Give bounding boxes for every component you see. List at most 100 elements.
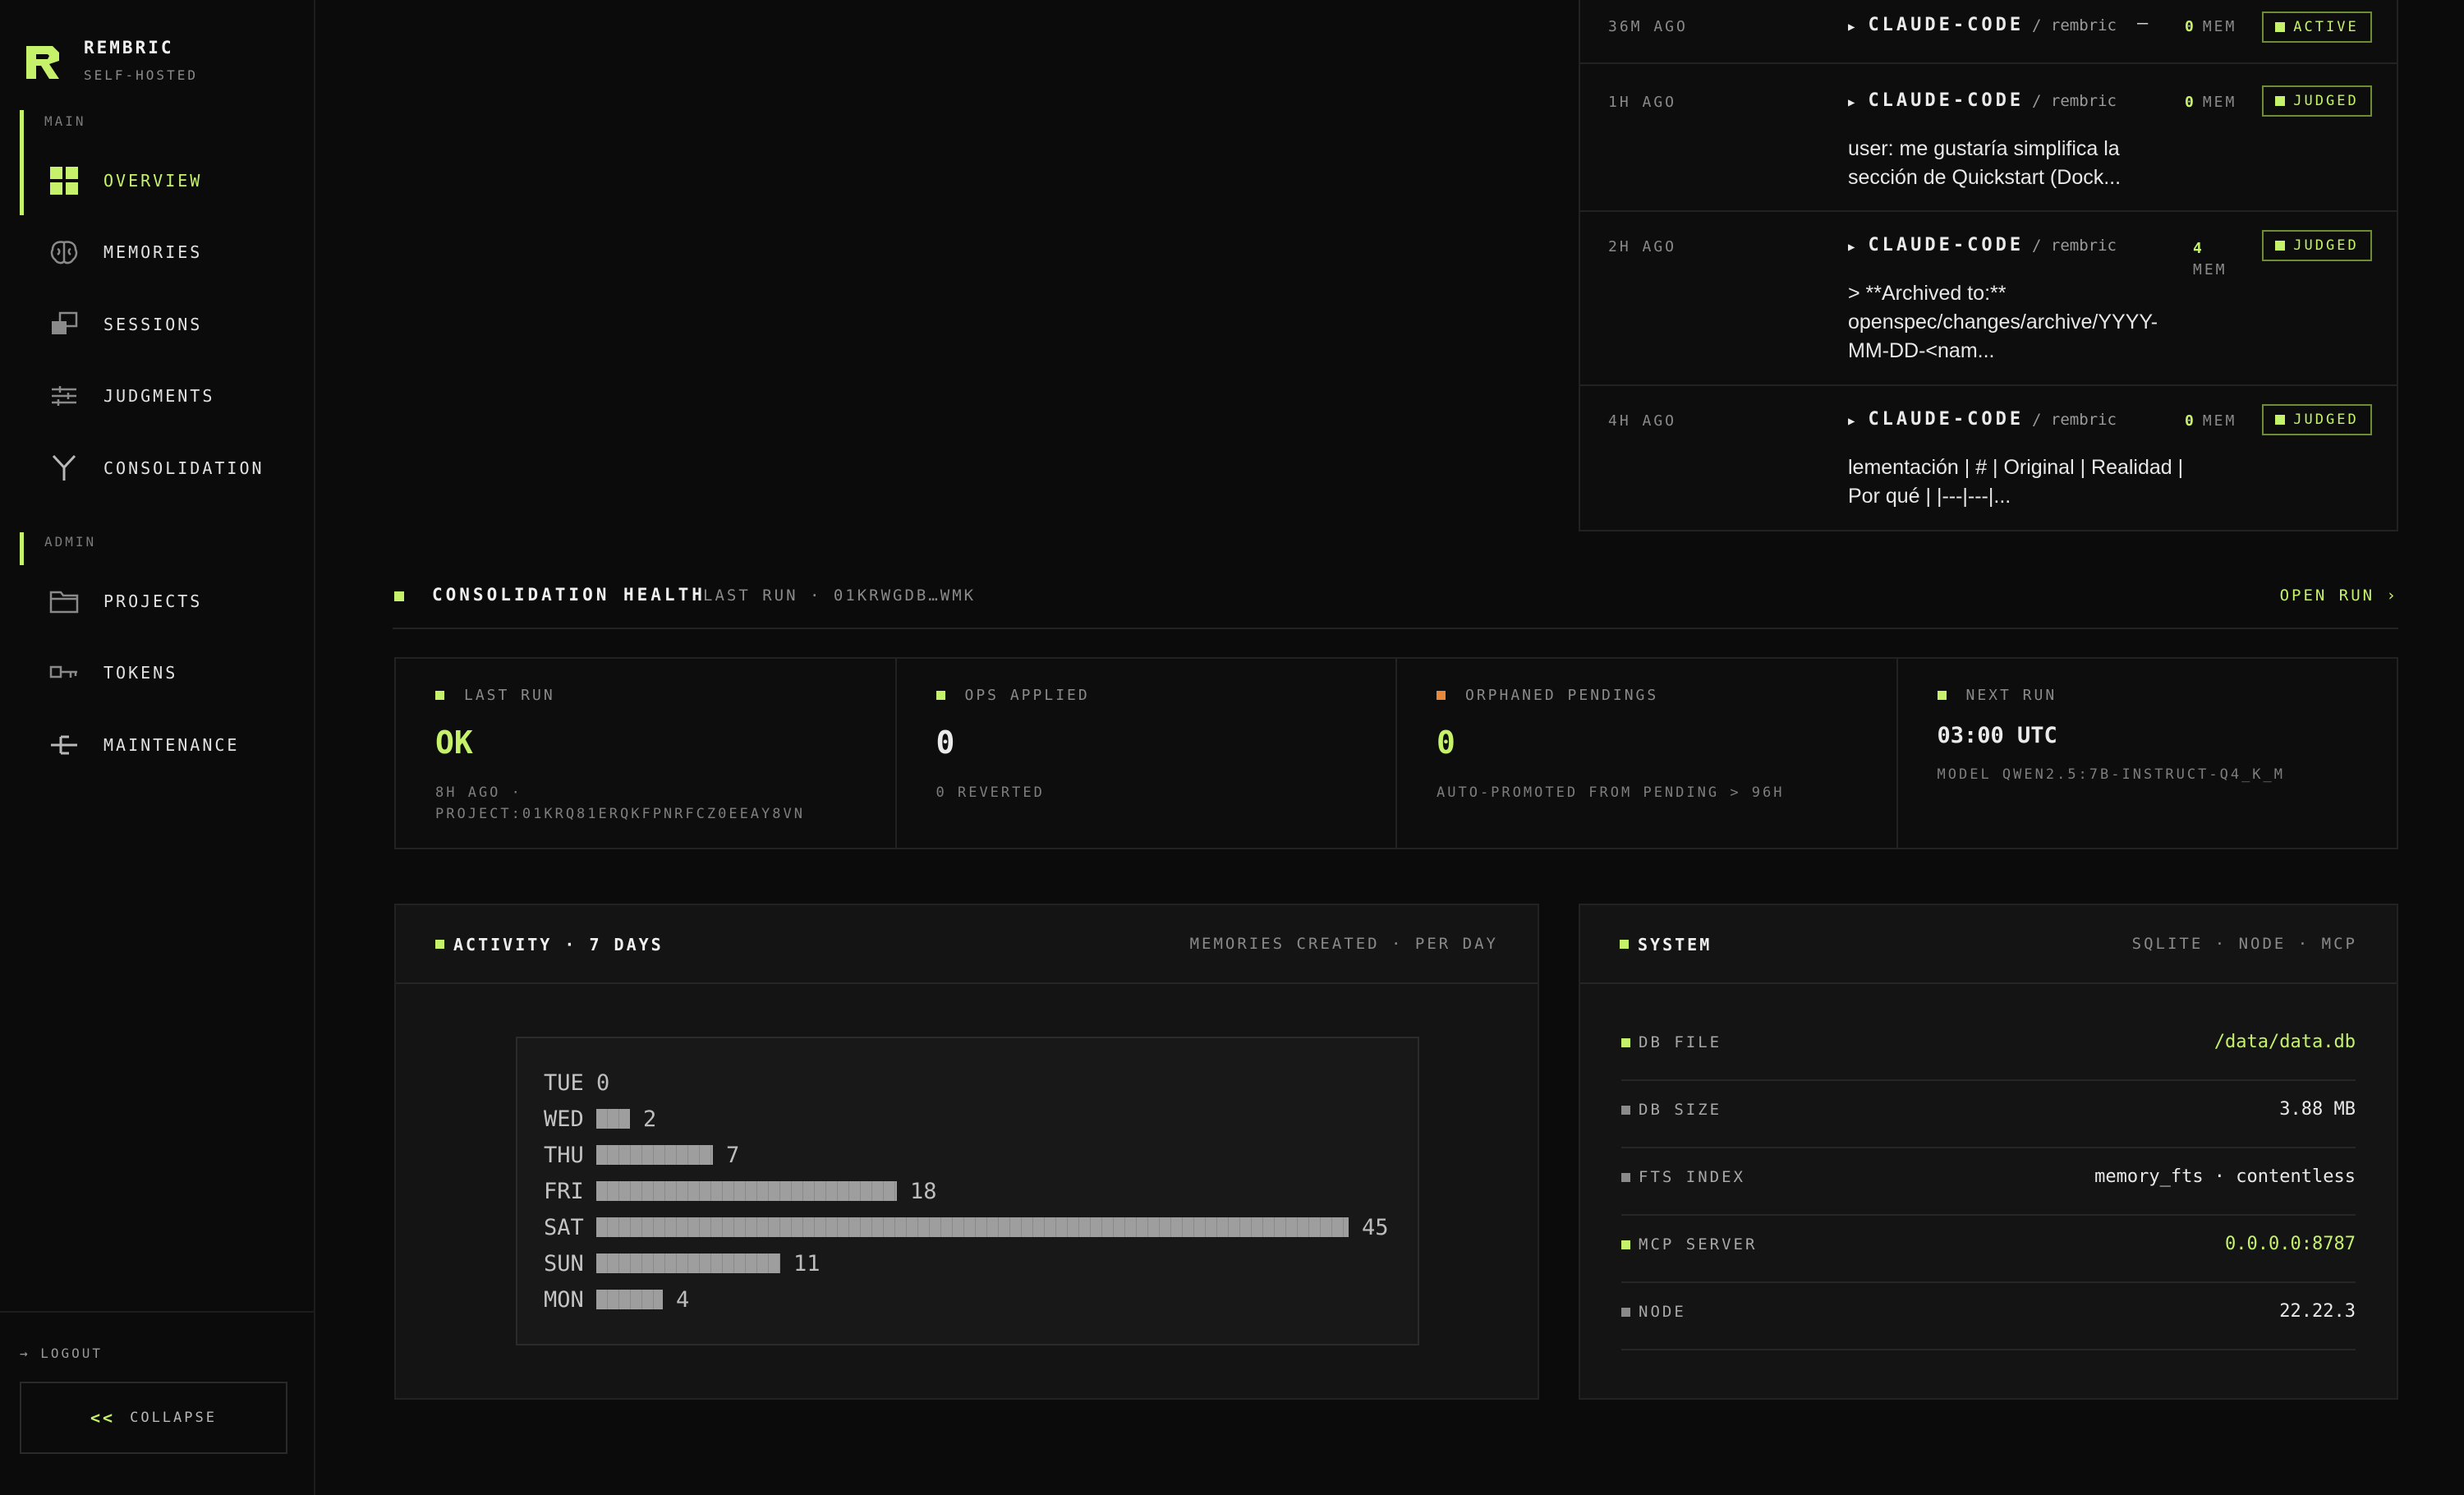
admin-section-indicator xyxy=(20,532,24,565)
sidebar-item-label: SESSIONS xyxy=(103,315,203,334)
chart-value-label: 11 xyxy=(793,1250,821,1276)
chart-category-label: SUN xyxy=(544,1250,584,1276)
chart-value-label: 2 xyxy=(643,1106,657,1132)
stat-last-run: LAST RUN OK 8H AGO · PROJECT:01KRQ81ERQK… xyxy=(396,659,897,848)
status-badge: JUDGED xyxy=(2262,404,2372,435)
session-agent: ▶ CLAUDE-CODE xyxy=(1848,409,2025,430)
session-project: / rembric xyxy=(2032,16,2117,34)
chart-category-label: WED xyxy=(544,1106,584,1132)
sidebar: REMBRIC SELF-HOSTED MAIN OVERVIEW MEMORI… xyxy=(0,0,315,1495)
system-row-fts-index: FTS INDEX memory_fts · contentless xyxy=(1621,1148,2356,1216)
windows-icon xyxy=(48,308,80,341)
session-row[interactable]: 2H AGO ▶ CLAUDE-CODE / rembric 4 MEM JUDGE… xyxy=(1580,212,2397,386)
chart-bar-row: SUN 11 xyxy=(544,1245,821,1281)
stat-label: OPS APPLIED xyxy=(964,687,1090,704)
chart-bar-row: TUE 0 xyxy=(544,1065,609,1101)
session-snippet: > **Archived to:** openspec/changes/arch… xyxy=(1848,282,2158,362)
stat-value: 03:00 UTC xyxy=(1937,723,2057,748)
sidebar-item-sessions[interactable]: SESSIONS xyxy=(0,295,315,354)
collapse-button[interactable]: << COLLAPSE xyxy=(20,1382,287,1454)
chart-value-label: 0 xyxy=(596,1070,610,1096)
system-value: 0.0.0.0:8787 xyxy=(2225,1234,2356,1254)
panel-header: SYSTEM SQLITE · NODE · MCP xyxy=(1580,905,2397,984)
brand[interactable]: REMBRIC SELF-HOSTED xyxy=(25,38,198,83)
chart-category-label: SAT xyxy=(544,1214,584,1240)
sidebar-item-overview[interactable]: OVERVIEW xyxy=(0,151,315,210)
system-value: /data/data.db xyxy=(2213,1032,2356,1052)
sidebar-item-label: CONSOLIDATION xyxy=(103,458,264,478)
play-icon: ▶ xyxy=(1848,21,1859,34)
panel-header: ACTIVITY · 7 DAYS MEMORIES CREATED · PER… xyxy=(396,905,1538,984)
stat-sub: 8H AGO · PROJECT:01KRQ81ERQKFPNRFCZ0EEAY… xyxy=(435,784,805,822)
stat-orphaned-pendings: ORPHANED PENDINGS 0 AUTO-PROMOTED FROM P… xyxy=(1397,659,1898,848)
session-row[interactable]: 1H AGO ▶ CLAUDE-CODE / rembric 0 MEM JUDGE… xyxy=(1580,64,2397,212)
session-project: / rembric xyxy=(2032,237,2117,255)
brand-subtitle: SELF-HOSTED xyxy=(84,67,198,83)
open-run-link[interactable]: OPEN RUN › xyxy=(2280,586,2398,605)
panel-meta: MEMORIES CREATED · PER DAY xyxy=(1189,935,1498,953)
session-row[interactable]: 36M AGO ▶ CLAUDE-CODE / rembric — 0 MEM AC… xyxy=(1580,0,2397,64)
chart-value-label: 18 xyxy=(910,1178,937,1204)
section-dot xyxy=(1620,940,1629,949)
system-label: DB SIZE xyxy=(1639,1101,1722,1119)
chart-category-label: FRI xyxy=(544,1178,584,1204)
status-badge: ACTIVE xyxy=(2262,12,2372,43)
stat-value: OK xyxy=(435,724,473,761)
section-dot xyxy=(435,940,444,949)
chart-bar-row: MON 4 xyxy=(544,1281,689,1318)
stat-value: 0 xyxy=(935,724,955,761)
section-title: CONSOLIDATION HEALTH xyxy=(432,585,706,605)
system-row-db-size: DB SIZE 3.88 MB xyxy=(1621,1081,2356,1148)
sidebar-footer: → LOGOUT << COLLAPSE xyxy=(0,1311,315,1495)
system-label: FTS INDEX xyxy=(1639,1168,1745,1186)
chart-bar xyxy=(596,1181,897,1201)
recent-sessions-panel: 36M AGO ▶ CLAUDE-CODE / rembric — 0 MEM AC… xyxy=(1579,0,2398,531)
sidebar-item-consolidation[interactable]: CONSOLIDATION xyxy=(0,439,315,498)
sidebar-item-judgments[interactable]: JUDGMENTS xyxy=(0,366,315,426)
consolidation-health-header: CONSOLIDATION HEALTH LAST RUN · 01KRWGDB… xyxy=(393,575,2398,629)
panel-title: ACTIVITY · 7 DAYS xyxy=(453,935,664,954)
chart-category-label: THU xyxy=(544,1142,584,1168)
sidebar-item-label: MEMORIES xyxy=(103,242,203,262)
session-mem-count: 0 MEM xyxy=(2185,94,2237,111)
sidebar-item-label: PROJECTS xyxy=(103,591,203,611)
chart-value-label: 7 xyxy=(726,1142,740,1168)
system-label: MCP SERVER xyxy=(1639,1235,1758,1254)
sidebar-item-projects[interactable]: PROJECTS xyxy=(0,572,315,631)
merge-icon xyxy=(48,452,80,485)
play-icon: ▶ xyxy=(1848,415,1859,428)
panel-meta: SQLITE · NODE · MCP xyxy=(2131,935,2357,953)
system-value: memory_fts · contentless xyxy=(2094,1166,2356,1187)
session-mem-count: 4 MEM xyxy=(2193,240,2227,278)
chart-value-label: 4 xyxy=(676,1286,690,1313)
chart-bar-row: WED 2 xyxy=(544,1101,656,1137)
status-badge: JUDGED xyxy=(2262,85,2372,117)
collapse-label: COLLAPSE xyxy=(130,1410,217,1426)
stat-sub: MODEL QWEN2.5:7B-INSTRUCT-Q4_K_M xyxy=(1937,766,2286,783)
session-project: / rembric xyxy=(2032,411,2117,429)
session-duration: — xyxy=(2137,13,2149,34)
session-row[interactable]: 4H AGO ▶ CLAUDE-CODE / rembric 0 MEM JUDGE… xyxy=(1580,386,2397,531)
sidebar-item-memories[interactable]: MEMORIES xyxy=(0,223,315,282)
chart-bar xyxy=(596,1217,1349,1237)
system-label: DB FILE xyxy=(1639,1033,1722,1051)
chart-value-label: 45 xyxy=(1362,1214,1389,1240)
system-panel: SYSTEM SQLITE · NODE · MCP DB FILE /data… xyxy=(1579,904,2398,1400)
session-time: 36M AGO xyxy=(1608,18,1688,35)
stat-label: LAST RUN xyxy=(464,687,555,704)
system-row-node: NODE 22.22.3 xyxy=(1621,1283,2356,1350)
logout-link[interactable]: → LOGOUT xyxy=(20,1346,103,1361)
stat-label: NEXT RUN xyxy=(1965,687,2057,704)
collapse-chevron-icon: << xyxy=(90,1408,116,1428)
session-project: / rembric xyxy=(2032,92,2117,110)
system-label: NODE xyxy=(1639,1303,1686,1321)
stat-value: 0 xyxy=(1437,724,1455,761)
play-icon: ▶ xyxy=(1848,241,1859,254)
chart-category-label: TUE xyxy=(544,1070,584,1096)
sidebar-item-maintenance[interactable]: MAINTENANCE xyxy=(0,715,315,775)
sidebar-item-tokens[interactable]: TOKENS xyxy=(0,643,315,702)
session-agent: ▶ CLAUDE-CODE xyxy=(1848,90,2025,111)
sidebar-item-label: OVERVIEW xyxy=(103,171,203,191)
chart-bar xyxy=(596,1290,663,1309)
wrench-icon xyxy=(48,729,80,761)
